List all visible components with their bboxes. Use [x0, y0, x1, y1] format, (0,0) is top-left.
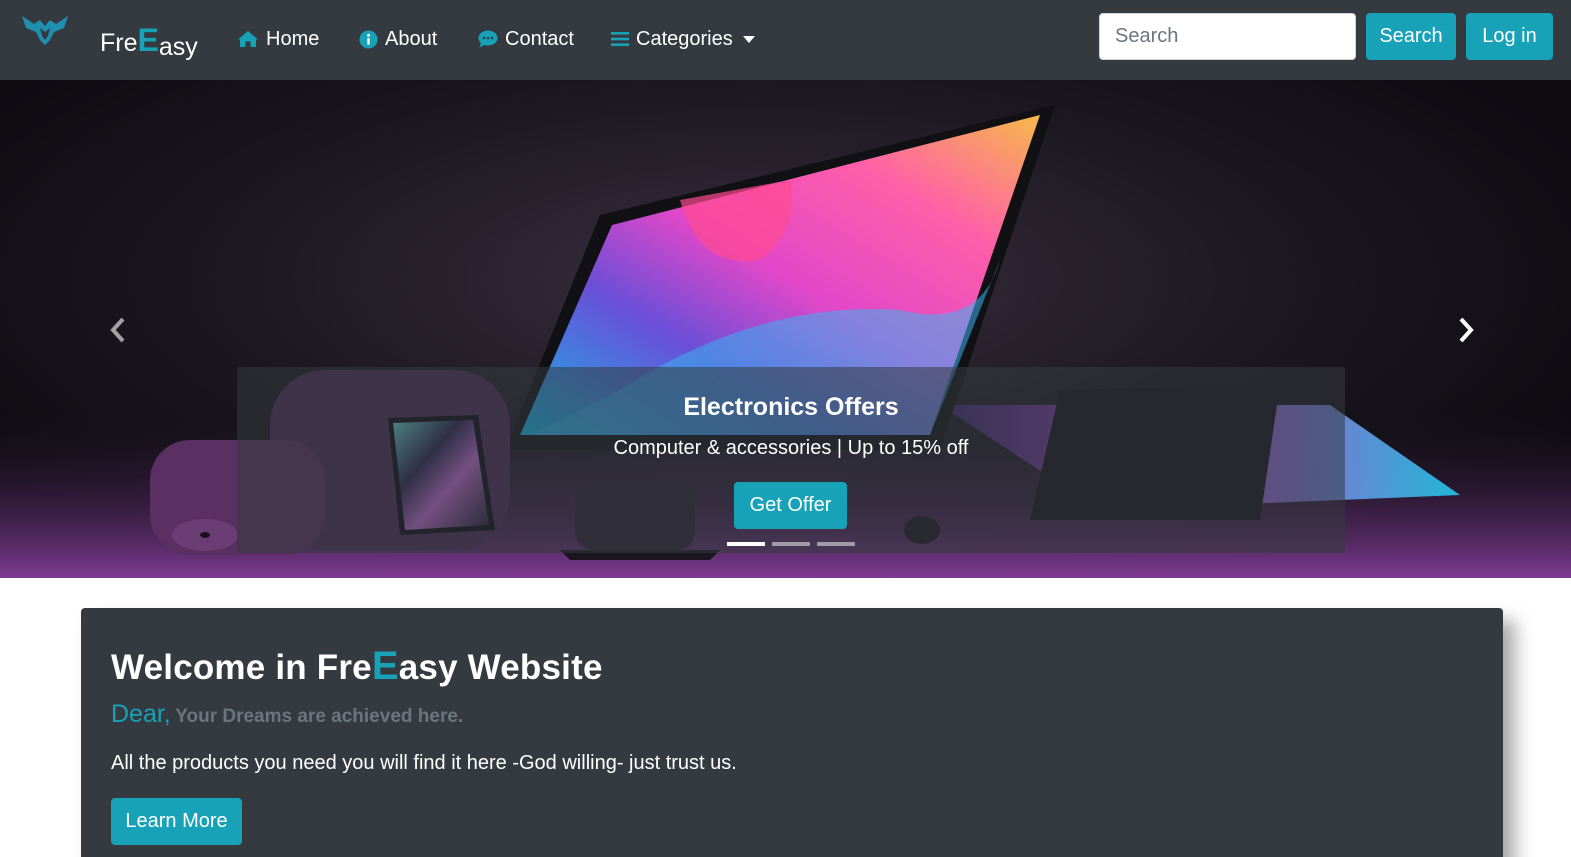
hero-carousel: Electronics Offers Computer & accessorie…: [0, 80, 1571, 578]
nav-contact-label: Contact: [505, 27, 574, 50]
carousel-caption: Electronics Offers Computer & accessorie…: [237, 367, 1345, 553]
brand-name-suffix: asy: [158, 33, 198, 61]
welcome-subtitle-dear: Dear,: [111, 700, 171, 728]
search-input[interactable]: [1099, 13, 1356, 60]
nav-contact[interactable]: Contact: [478, 24, 574, 54]
caret-down-icon: [742, 35, 755, 43]
login-button[interactable]: Log in: [1466, 13, 1553, 60]
welcome-title-prefix: Welcome in Fre: [111, 648, 372, 687]
brand-name-prefix: Fre: [100, 29, 138, 57]
carousel-prev-button[interactable]: [104, 315, 134, 345]
carousel-caption-text: Computer & accessories | Up to 15% off: [613, 437, 969, 459]
carousel-caption-title: Electronics Offers: [683, 393, 899, 421]
learn-more-button[interactable]: Learn More: [111, 798, 242, 845]
chevron-left-icon: [110, 317, 125, 343]
welcome-jumbotron: Welcome in FreEasy Website Dear, Your Dr…: [81, 608, 1503, 857]
chat-icon: [478, 30, 498, 48]
bird-logo-icon[interactable]: [20, 14, 70, 48]
brand-name-accent: E: [137, 22, 159, 58]
nav-home-label: Home: [266, 27, 320, 50]
nav-home[interactable]: Home: [237, 24, 319, 54]
carousel-next-button[interactable]: [1450, 315, 1480, 345]
menu-icon: [611, 32, 629, 46]
welcome-title: Welcome in FreEasy Website: [111, 644, 603, 689]
nav-about-label: About: [385, 27, 438, 50]
home-icon: [238, 31, 258, 47]
carousel-indicator-1[interactable]: [727, 542, 765, 546]
welcome-subtitle: Dear, Your Dreams are achieved here.: [111, 700, 463, 729]
nav-categories-dropdown[interactable]: Categories: [611, 24, 755, 54]
welcome-lead-text: All the products you need you will find …: [111, 752, 737, 774]
carousel-indicators: [727, 542, 855, 546]
welcome-title-suffix: asy Website: [398, 648, 603, 687]
nav-categories-label: Categories: [636, 27, 733, 50]
nav-about[interactable]: About: [359, 24, 437, 54]
carousel-indicator-2[interactable]: [772, 542, 810, 546]
carousel-indicator-3[interactable]: [817, 542, 855, 546]
get-offer-button[interactable]: Get Offer: [734, 482, 847, 529]
welcome-title-accent: E: [371, 644, 399, 688]
chevron-right-icon: [1459, 317, 1474, 343]
welcome-subtitle-rest: Your Dreams are achieved here.: [175, 706, 464, 727]
brand-name[interactable]: FreEasy: [100, 22, 198, 61]
navbar: FreEasy Home About Contact Categories Se…: [0, 0, 1571, 80]
info-icon: [359, 29, 378, 49]
search-button[interactable]: Search: [1366, 13, 1456, 60]
